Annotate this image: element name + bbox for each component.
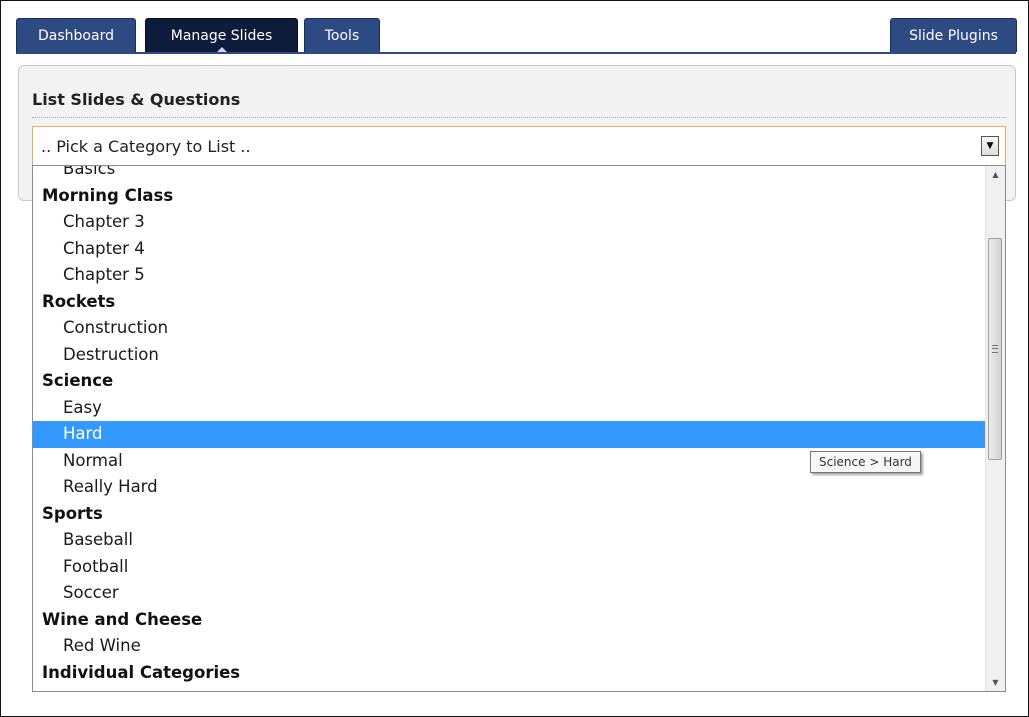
- list-item[interactable]: Answer Shuffling 101: [33, 686, 986, 691]
- scrollbar-thumb[interactable]: [988, 238, 1002, 460]
- category-dropdown-list[interactable]: Basics Morning Class Chapter 3 Chapter 4 Cha…: [32, 165, 1006, 692]
- list-item[interactable]: Chapter 4: [33, 236, 986, 263]
- tooltip: Science > Hard: [810, 451, 921, 473]
- list-item[interactable]: Construction: [33, 315, 986, 342]
- panel-title: List Slides & Questions: [32, 90, 241, 109]
- list-item[interactable]: Chapter 3: [33, 209, 986, 236]
- option-group-label: Wine and Cheese: [42, 609, 203, 629]
- list-item[interactable]: Basics: [33, 166, 986, 183]
- list-item[interactable]: Easy: [33, 395, 986, 422]
- tab-tools-label: Tools: [324, 27, 360, 44]
- list-item[interactable]: Soccer: [33, 580, 986, 607]
- list-item[interactable]: Baseball: [33, 527, 986, 554]
- option-group-label: Science: [42, 371, 114, 390]
- tab-dashboard-label: Dashboard: [38, 27, 114, 44]
- list-item[interactable]: Red Wine: [33, 633, 986, 660]
- list-item-selected[interactable]: Hard: [33, 421, 986, 448]
- option-group-label: Morning Class: [42, 185, 174, 205]
- tab-tools[interactable]: Tools: [304, 18, 380, 52]
- tab-manage-slides-label: Manage Slides: [170, 27, 273, 44]
- list-item[interactable]: Destruction: [33, 342, 986, 369]
- tab-bar-underline: [16, 52, 1016, 54]
- category-select[interactable]: .. Pick a Category to List .. ▼: [32, 126, 1006, 166]
- scroll-up-icon[interactable]: ▲: [986, 166, 1005, 183]
- panel-divider: [32, 117, 1006, 118]
- category-options: Basics Morning Class Chapter 3 Chapter 4 Cha…: [33, 166, 986, 691]
- dropdown-scrollbar[interactable]: ▲ ▼: [985, 166, 1005, 691]
- option-group-label: Individual Categories: [42, 662, 241, 682]
- tab-slide-plugins[interactable]: Slide Plugins: [890, 18, 1017, 52]
- category-select-value: .. Pick a Category to List ..: [41, 136, 251, 156]
- tab-slide-plugins-label: Slide Plugins: [909, 27, 998, 44]
- list-item[interactable]: Football: [33, 554, 986, 581]
- grip-icon: [992, 345, 998, 353]
- list-item[interactable]: Really Hard: [33, 474, 986, 501]
- option-group-label: Sports: [42, 503, 103, 523]
- option-group-label: Rockets: [42, 291, 116, 311]
- tab-dashboard[interactable]: Dashboard: [16, 18, 136, 52]
- scroll-down-icon[interactable]: ▼: [986, 674, 1005, 691]
- tab-manage-slides[interactable]: Manage Slides: [145, 18, 298, 53]
- chevron-down-icon[interactable]: ▼: [981, 136, 999, 156]
- list-item[interactable]: Chapter 5: [33, 262, 986, 289]
